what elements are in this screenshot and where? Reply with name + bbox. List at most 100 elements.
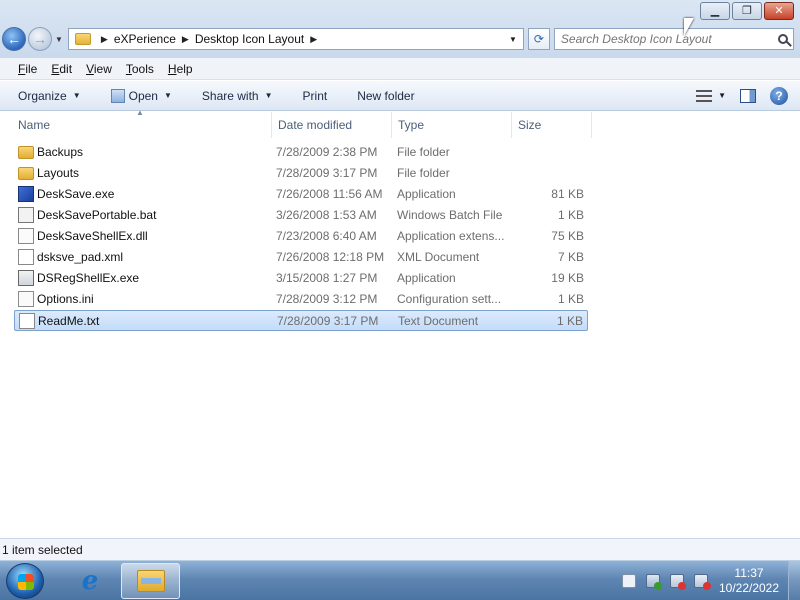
file-row-backups[interactable]: Backups 7/28/2009 2:38 PM File folder	[14, 142, 588, 163]
chevron-down-icon: ▼	[264, 91, 273, 100]
file-date: 7/28/2009 3:17 PM	[276, 166, 378, 180]
file-name: Options.ini	[37, 292, 94, 306]
forward-button[interactable]: →	[28, 27, 52, 51]
menu-view[interactable]: View	[86, 62, 112, 76]
application-icon	[18, 186, 34, 202]
search-icon[interactable]	[777, 34, 788, 44]
clock-date: 10/22/2022	[718, 581, 780, 595]
command-bar: Organize ▼ Open ▼ Share with ▼ Print New fo…	[0, 81, 800, 111]
column-headers: ▲ Name Date modified Type Size	[0, 108, 800, 138]
new-folder-button[interactable]: New folder	[357, 89, 414, 103]
maximize-button[interactable]: ❐	[732, 2, 762, 20]
search-input[interactable]	[560, 32, 771, 46]
file-row-desksaveportable-bat[interactable]: DeskSavePortable.bat 3/26/2008 1:53 AM W…	[14, 205, 588, 226]
navigation-row: ← → ▼ ▶ eXPerience ▶ Desktop Icon Layout…	[2, 24, 798, 54]
help-icon[interactable]: ?	[770, 86, 788, 105]
breadcrumb-separator-icon[interactable]: ▶	[101, 34, 108, 45]
menu-tools[interactable]: Tools	[126, 62, 154, 76]
taskbar-windows-explorer[interactable]	[121, 563, 180, 599]
column-header-type[interactable]: Type	[392, 112, 512, 138]
file-type: Application	[397, 271, 456, 285]
close-icon: ✕	[774, 4, 784, 17]
taskbar-internet-explorer[interactable]: e	[68, 564, 112, 598]
file-size: 1 KB	[557, 208, 584, 222]
file-row-readme-txt[interactable]: ReadMe.txt 7/28/2009 3:17 PM Text Docume…	[14, 310, 588, 331]
volume-muted-icon[interactable]	[694, 574, 711, 590]
forward-arrow-icon: →	[33, 31, 47, 47]
chevron-down-icon: ▼	[163, 91, 172, 100]
ini-file-icon	[18, 291, 34, 307]
show-desktop-button[interactable]	[788, 561, 800, 600]
recent-pages-dropdown-icon[interactable]: ▼	[55, 35, 63, 44]
start-button[interactable]	[6, 563, 44, 599]
back-button[interactable]: ←	[2, 27, 26, 51]
window-frame: ▁ ❐ ✕ ← → ▼ ▶ eXPerience ▶ Desktop Icon …	[0, 0, 800, 58]
file-row-desksave-exe[interactable]: DeskSave.exe 7/26/2008 11:56 AM Applicat…	[14, 184, 588, 205]
minimize-icon: ▁	[710, 4, 720, 17]
file-date: 7/23/2008 6:40 AM	[276, 229, 377, 243]
menu-help[interactable]: Help	[168, 62, 193, 76]
file-type: Windows Batch File	[397, 208, 503, 222]
file-row-layouts[interactable]: Layouts 7/28/2009 3:17 PM File folder	[14, 163, 588, 184]
back-arrow-icon: ←	[7, 31, 21, 47]
column-header-name[interactable]: Name	[12, 112, 272, 138]
breadcrumb-separator-icon[interactable]: ▶	[310, 34, 317, 45]
refresh-icon: ⟳	[533, 32, 544, 46]
internet-explorer-icon: e	[81, 566, 99, 596]
open-button[interactable]: Open ▼	[110, 88, 172, 103]
file-size: 1 KB	[556, 314, 583, 328]
window-controls: ▁ ❐ ✕	[700, 2, 794, 20]
file-name: Backups	[37, 145, 84, 159]
minimize-button[interactable]: ▁	[700, 2, 730, 20]
dll-file-icon	[18, 228, 34, 244]
file-name: DSRegShellEx.exe	[37, 271, 140, 285]
file-date: 7/28/2009 3:12 PM	[276, 292, 378, 306]
file-name: Layouts	[37, 166, 80, 180]
breadcrumb-experience[interactable]: eXPerience	[114, 32, 176, 46]
folder-icon	[74, 33, 91, 45]
clock-time: 11:37	[734, 566, 764, 580]
address-bar[interactable]: ▶ eXPerience ▶ Desktop Icon Layout ▶ ▼	[67, 28, 524, 50]
column-header-size[interactable]: Size	[512, 112, 592, 138]
column-header-date-modified[interactable]: Date modified	[272, 112, 392, 138]
system-tray: 11:37 10/22/2022	[622, 561, 800, 600]
change-view-icon[interactable]	[696, 89, 713, 102]
file-type: Application extens...	[397, 229, 505, 243]
close-button[interactable]: ✕	[764, 2, 794, 20]
refresh-button[interactable]: ⟳	[527, 28, 550, 50]
address-dropdown-icon[interactable]: ▼	[509, 35, 517, 44]
file-type: File folder	[397, 145, 450, 159]
clock[interactable]: 11:37 10/22/2022	[718, 566, 780, 596]
file-size: 19 KB	[551, 271, 584, 285]
breadcrumb-desktop-icon-layout[interactable]: Desktop Icon Layout	[195, 32, 304, 46]
file-type: File folder	[397, 166, 450, 180]
file-row-desksaveshellex-dll[interactable]: DeskSaveShellEx.dll 7/23/2008 6:40 AM Ap…	[14, 226, 588, 247]
network-icon[interactable]	[670, 574, 686, 590]
breadcrumb-separator-icon[interactable]: ▶	[182, 34, 189, 45]
menu-file[interactable]: File	[18, 62, 37, 76]
maximize-icon: ❐	[742, 4, 752, 17]
action-center-flag-icon[interactable]	[646, 574, 662, 590]
menu-edit[interactable]: Edit	[51, 62, 72, 76]
organize-button[interactable]: Organize ▼	[18, 89, 81, 103]
file-date: 3/15/2008 1:27 PM	[276, 271, 378, 285]
mouse-cursor-icon	[684, 18, 694, 36]
open-icon	[110, 88, 125, 103]
search-box[interactable]	[553, 28, 794, 50]
file-row-dsksve-pad-xml[interactable]: dsksve_pad.xml 7/26/2008 12:18 PM XML Do…	[14, 247, 588, 268]
file-size: 1 KB	[557, 292, 584, 306]
file-row-dsregshellex-exe[interactable]: DSRegShellEx.exe 3/15/2008 1:27 PM Appli…	[14, 268, 588, 289]
preview-pane-icon[interactable]	[740, 88, 756, 103]
xml-file-icon	[18, 249, 34, 265]
print-button[interactable]: Print	[303, 89, 328, 103]
file-size: 75 KB	[551, 229, 584, 243]
status-text: 1 item selected	[2, 543, 83, 557]
folder-icon	[18, 167, 34, 180]
file-row-options-ini[interactable]: Options.ini 7/28/2009 3:12 PM Configurat…	[14, 289, 588, 310]
share-with-button[interactable]: Share with ▼	[202, 89, 273, 103]
views-dropdown-icon[interactable]: ▼	[718, 91, 726, 100]
file-date: 7/26/2008 11:56 AM	[276, 187, 383, 201]
notification-icon[interactable]	[622, 574, 636, 588]
file-name: DeskSave.exe	[37, 187, 115, 201]
file-name: DeskSaveShellEx.dll	[37, 229, 148, 243]
